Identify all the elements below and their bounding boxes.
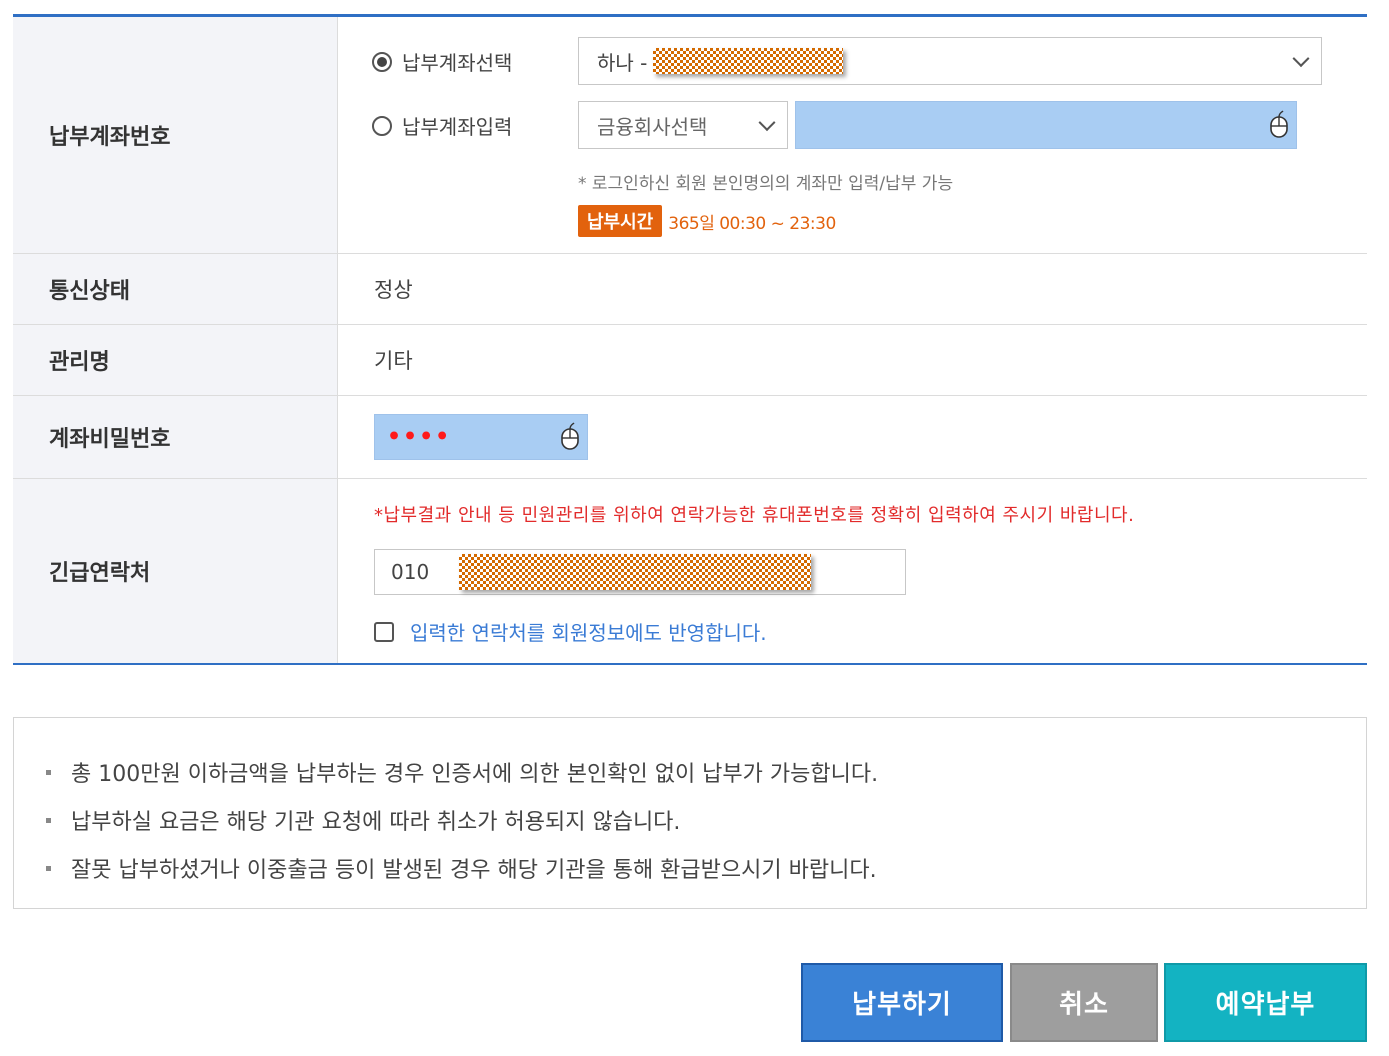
account-select[interactable]: 하나 - (578, 37, 1322, 85)
account-password-input[interactable]: •••• (374, 414, 588, 460)
account-row: 납부계좌번호 납부계좌선택 하나 - 납부계좌입력 금융회사선택 * 로그인하신… (13, 17, 1367, 254)
info-item: 총 100만원 이하금액을 납부하는 경우 인증서에 의한 본인확인 없이 납부… (46, 748, 1366, 796)
contact-row: 긴급연락처 *납부결과 안내 등 민원관리를 위하여 연락가능한 휴대폰번호를 … (13, 479, 1367, 663)
chevron-down-icon (1292, 50, 1310, 68)
mouse-icon[interactable] (559, 422, 581, 452)
status-cell: 정상 (338, 254, 1367, 324)
info-item: 잘못 납부하셨거나 이중출금 등이 발생된 경우 해당 기관을 통해 환급받으시… (46, 844, 1366, 892)
contact-cell: *납부결과 안내 등 민원관리를 위하여 연락가능한 휴대폰번호를 정확히 입력… (338, 479, 1367, 663)
bullet-icon (46, 769, 51, 775)
payment-time: 납부시간 365일 00:30 ~ 23:30 (578, 205, 836, 237)
info-item-text: 납부하실 요금은 해당 기관 요청에 따라 취소가 허용되지 않습니다. (71, 810, 681, 835)
bullet-icon (46, 817, 51, 823)
cancel-button[interactable]: 취소 (1010, 963, 1158, 1042)
info-item: 납부하실 요금은 해당 기관 요청에 따라 취소가 허용되지 않습니다. (46, 796, 1366, 844)
contact-label: 긴급연락처 (13, 479, 338, 663)
account-cell: 납부계좌선택 하나 - 납부계좌입력 금융회사선택 * 로그인하신 회원 본인명… (338, 17, 1367, 253)
mouse-icon[interactable] (1268, 110, 1290, 140)
status-label: 통신상태 (13, 254, 338, 324)
phone-prefix: 010 (391, 560, 430, 584)
password-row: 계좌비밀번호 •••• (13, 396, 1367, 479)
account-note: * 로그인하신 회원 본인명의의 계좌만 입력/납부 가능 (578, 174, 954, 194)
chevron-down-icon (758, 114, 776, 132)
radio-select-account[interactable]: 납부계좌선택 (372, 47, 512, 76)
bank-select[interactable]: 금융회사선택 (578, 101, 788, 149)
radio-button-unchecked[interactable] (372, 115, 392, 136)
bullet-icon (46, 865, 51, 871)
update-member-info-checkbox[interactable] (374, 621, 394, 642)
masked-phone-number (459, 554, 812, 590)
contact-notice: *납부결과 안내 등 민원관리를 위하여 연락가능한 휴대폰번호를 정확히 입력… (374, 505, 1135, 526)
info-item-text: 잘못 납부하셨거나 이중출금 등이 발생된 경우 해당 기관을 통해 환급받으시… (71, 858, 877, 883)
status-value: 정상 (374, 278, 413, 302)
update-member-info-option[interactable]: 입력한 연락처를 회원정보에도 반영합니다. (374, 617, 767, 646)
payment-time-text: 365일 00:30 ~ 23:30 (668, 213, 836, 234)
radio-input-account[interactable]: 납부계좌입력 (372, 111, 512, 140)
update-member-info-label[interactable]: 입력한 연락처를 회원정보에도 반영합니다. (410, 617, 767, 646)
info-notice-box: 총 100만원 이하금액을 납부하는 경우 인증서에 의한 본인확인 없이 납부… (13, 717, 1367, 909)
reserve-pay-button[interactable]: 예약납부 (1164, 963, 1367, 1042)
bank-select-placeholder: 금융회사선택 (597, 114, 708, 139)
password-label: 계좌비밀번호 (13, 396, 338, 478)
radio-select-account-label: 납부계좌선택 (402, 51, 513, 75)
radio-input-account-label: 납부계좌입력 (402, 115, 513, 139)
radio-button-checked[interactable] (372, 51, 392, 72)
pay-button[interactable]: 납부하기 (801, 963, 1003, 1042)
account-number-input[interactable] (795, 101, 1297, 149)
phone-input[interactable]: 010 (374, 549, 906, 595)
info-item-text: 총 100만원 이하금액을 납부하는 경우 인증서에 의한 본인확인 없이 납부… (71, 762, 879, 787)
status-row: 통신상태 정상 (13, 254, 1367, 325)
password-cell: •••• (338, 396, 1367, 478)
account-select-value: 하나 - (597, 50, 648, 75)
manage-name-label: 관리명 (13, 325, 338, 395)
password-dots: •••• (387, 424, 452, 450)
account-label: 납부계좌번호 (13, 17, 338, 253)
manage-name-cell: 기타 (338, 325, 1367, 395)
manage-name-value: 기타 (374, 349, 413, 373)
manage-name-row: 관리명 기타 (13, 325, 1367, 396)
payment-form-table: 납부계좌번호 납부계좌선택 하나 - 납부계좌입력 금융회사선택 * 로그인하신… (13, 14, 1367, 665)
payment-time-badge: 납부시간 (578, 205, 663, 237)
masked-account-number (653, 48, 844, 74)
